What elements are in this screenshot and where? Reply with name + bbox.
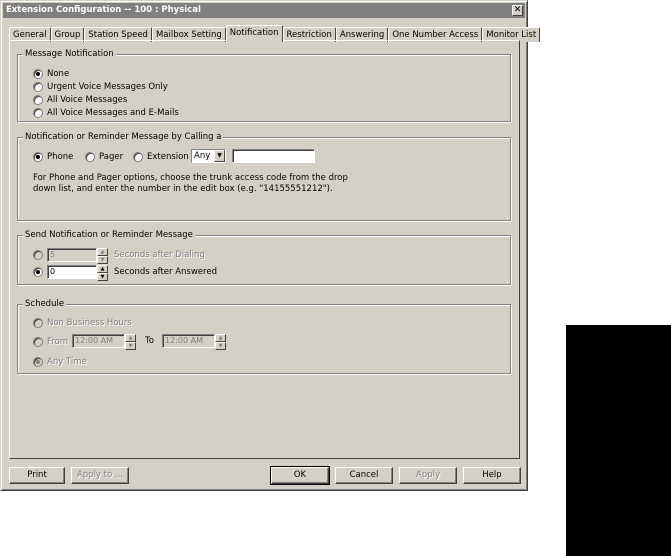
- radio-from-button[interactable]: [33, 337, 43, 347]
- radio-all-voice-label: All Voice Messages: [47, 95, 128, 105]
- calling-help-line-2: down list, and enter the number in the e…: [33, 184, 333, 194]
- notification-panel: Message Notification None Urgent Voice M…: [9, 40, 520, 459]
- spin-down-icon[interactable]: ▼: [97, 256, 108, 264]
- radio-from-label: From: [47, 337, 69, 347]
- title-bar: Extension Configuration -- 100 : Physica…: [3, 3, 525, 18]
- spin-up-icon[interactable]: ▲: [97, 265, 108, 273]
- spin-up-icon[interactable]: ▲: [215, 334, 226, 342]
- spin-up-icon[interactable]: ▲: [125, 334, 136, 342]
- radio-none[interactable]: None: [33, 68, 69, 80]
- radio-pager-button[interactable]: [85, 152, 95, 162]
- radio-any-time[interactable]: Any Time: [33, 356, 87, 368]
- radio-all-voice-email-label: All Voice Messages and E-Mails: [47, 108, 179, 118]
- window-title: Extension Configuration -- 100 : Physica…: [6, 5, 201, 15]
- radio-pager-label: Pager: [99, 152, 124, 162]
- close-button[interactable]: ✕: [512, 5, 523, 16]
- radio-pager[interactable]: Pager: [85, 151, 123, 163]
- spin-down-icon[interactable]: ▼: [215, 342, 226, 350]
- access-code-dropdown[interactable]: Any ▼: [191, 149, 226, 163]
- spin-up-icon[interactable]: ▲: [97, 248, 108, 256]
- cancel-button[interactable]: Cancel: [335, 467, 393, 484]
- radio-phone[interactable]: Phone: [33, 151, 73, 163]
- to-time-input[interactable]: 12:00 AM: [162, 334, 215, 348]
- calling-group: Notification or Reminder Message by Call…: [17, 132, 511, 221]
- schedule-title: Schedule: [23, 299, 67, 310]
- spin-down-icon[interactable]: ▼: [97, 273, 108, 281]
- radio-any-time-label: Any Time: [47, 357, 87, 367]
- radio-seconds-after-dialing[interactable]: [33, 249, 47, 261]
- apply-to-button[interactable]: Apply to ...: [71, 467, 129, 484]
- radio-urgent-voice-label: Urgent Voice Messages Only: [47, 82, 168, 92]
- print-button[interactable]: Print: [9, 467, 65, 484]
- send-group: Send Notification or Reminder Message 5 …: [17, 230, 511, 285]
- calling-help-line-1: For Phone and Pager options, choose the …: [33, 173, 348, 183]
- radio-urgent-voice-button[interactable]: [33, 82, 43, 92]
- dialing-seconds-input[interactable]: 5: [47, 248, 97, 262]
- radio-all-voice[interactable]: All Voice Messages: [33, 94, 127, 106]
- extension-config-window: Extension Configuration -- 100 : Physica…: [0, 0, 541, 491]
- radio-non-business-hours-button[interactable]: [33, 318, 43, 328]
- help-button[interactable]: Help: [463, 467, 521, 484]
- black-background-region: [566, 325, 671, 556]
- radio-any-time-button[interactable]: [33, 357, 43, 367]
- schedule-group: Schedule Non Business Hours From 12:00 A…: [17, 299, 511, 374]
- to-label: To: [145, 336, 154, 346]
- radio-none-button[interactable]: [33, 69, 43, 79]
- message-notification-title: Message Notification: [23, 49, 116, 60]
- dialing-seconds-spinner[interactable]: ▲ ▼: [97, 248, 108, 264]
- tab-strip: General Group Station Speed Mailbox Sett…: [9, 25, 541, 42]
- from-time-input[interactable]: 12:00 AM: [72, 334, 125, 348]
- send-title: Send Notification or Reminder Message: [23, 230, 195, 241]
- answered-seconds-label: Seconds after Answered: [114, 267, 217, 277]
- radio-from[interactable]: From: [33, 336, 68, 348]
- to-time-spinner[interactable]: ▲ ▼: [215, 334, 226, 350]
- radio-seconds-after-answered[interactable]: [33, 266, 47, 278]
- from-time-spinner[interactable]: ▲ ▼: [125, 334, 136, 350]
- radio-extension-label: Extension: [147, 152, 189, 162]
- message-notification-group: Message Notification None Urgent Voice M…: [17, 49, 511, 122]
- access-code-value: Any: [194, 151, 211, 161]
- radio-non-business-hours-label: Non Business Hours: [47, 318, 132, 328]
- radio-seconds-after-answered-button[interactable]: [33, 267, 43, 277]
- radio-non-business-hours[interactable]: Non Business Hours: [33, 317, 132, 329]
- radio-all-voice-email[interactable]: All Voice Messages and E-Mails: [33, 107, 179, 119]
- calling-title: Notification or Reminder Message by Call…: [23, 132, 224, 143]
- radio-none-label: None: [47, 69, 70, 79]
- tab-notification[interactable]: Notification: [225, 25, 283, 42]
- radio-seconds-after-dialing-button[interactable]: [33, 250, 43, 260]
- radio-extension-button[interactable]: [133, 152, 143, 162]
- phone-number-input[interactable]: [232, 149, 315, 163]
- answered-seconds-input[interactable]: 0: [47, 265, 97, 279]
- dropdown-arrow-icon[interactable]: ▼: [214, 150, 225, 162]
- radio-all-voice-button[interactable]: [33, 95, 43, 105]
- answered-seconds-spinner[interactable]: ▲ ▼: [97, 265, 108, 281]
- ok-button[interactable]: OK: [270, 466, 330, 485]
- apply-button[interactable]: Apply: [399, 467, 457, 484]
- radio-urgent-voice[interactable]: Urgent Voice Messages Only: [33, 81, 168, 93]
- radio-all-voice-email-button[interactable]: [33, 108, 43, 118]
- dialing-seconds-label: Seconds after Dialing: [114, 250, 205, 260]
- radio-phone-button[interactable]: [33, 152, 43, 162]
- spin-down-icon[interactable]: ▼: [125, 342, 136, 350]
- radio-phone-label: Phone: [47, 152, 74, 162]
- radio-extension[interactable]: Extension: [133, 151, 189, 163]
